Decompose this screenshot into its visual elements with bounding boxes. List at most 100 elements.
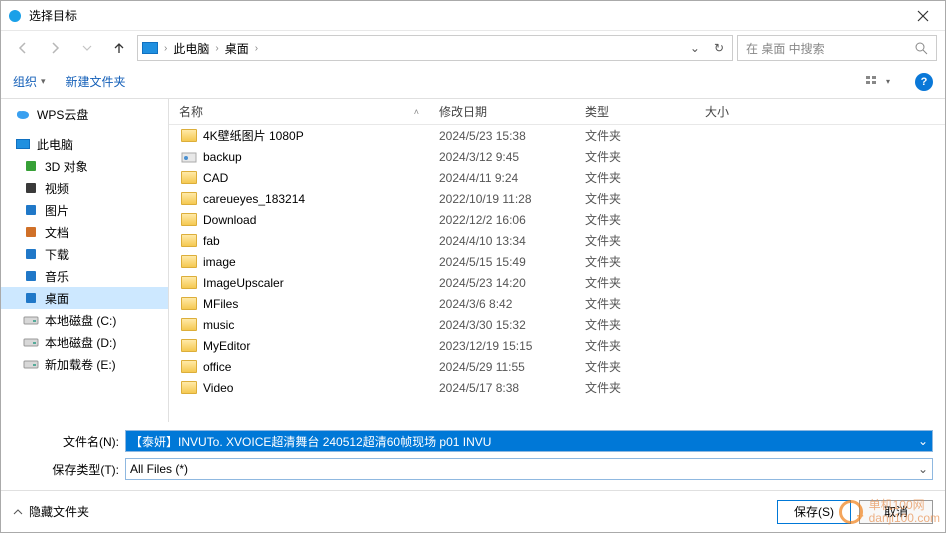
cloud-icon (15, 107, 31, 121)
chevron-down-icon[interactable]: ⌄ (918, 462, 928, 476)
filename-label: 文件名(N): (13, 433, 125, 450)
folder-special-icon (181, 150, 197, 164)
table-row[interactable]: image2024/5/15 15:49文件夹 (169, 251, 945, 272)
file-name: MyEditor (203, 339, 250, 353)
file-list: 名称˄ 修改日期 类型 大小 4K壁纸图片 1080P 2024/5/23 15:… (169, 99, 945, 422)
file-type: 文件夹 (575, 274, 695, 291)
view-options-button[interactable]: ▾ (861, 71, 895, 93)
pc-icon (15, 137, 31, 151)
table-row[interactable]: CAD 2024/4/11 9:24文件夹 (169, 167, 945, 188)
window-title: 选择目标 (29, 7, 903, 24)
col-type[interactable]: 类型 (575, 103, 695, 120)
filename-input[interactable]: 【泰妍】INVUTo. XVOICE超清舞台 240512超清60帧现场 p01… (125, 430, 933, 452)
address-dropdown[interactable]: ⌄ (686, 41, 704, 55)
toolbar: 组织▾ 新建文件夹 ▾ ? (1, 65, 945, 99)
category-icon (24, 181, 38, 195)
close-button[interactable] (903, 2, 943, 30)
folder-icon (181, 255, 197, 268)
sidebar-item-label: 下载 (45, 246, 69, 263)
file-date: 2022/12/2 16:06 (429, 213, 575, 227)
organize-menu[interactable]: 组织▾ (13, 73, 46, 90)
table-row[interactable]: office2024/5/29 11:55文件夹 (169, 356, 945, 377)
sidebar-item[interactable]: 音乐 (1, 265, 168, 287)
table-row[interactable]: MyEditor2023/12/19 15:15文件夹 (169, 335, 945, 356)
help-button[interactable]: ? (915, 73, 933, 91)
category-icon (24, 159, 38, 173)
hide-folders-button[interactable]: 隐藏文件夹 (13, 503, 89, 520)
disk-icon (23, 336, 39, 348)
table-row[interactable]: Download2022/12/2 16:06文件夹 (169, 209, 945, 230)
arrow-right-icon (47, 40, 63, 56)
category-icon (24, 291, 38, 305)
table-row[interactable]: backup2024/3/12 9:45文件夹 (169, 146, 945, 167)
save-button[interactable]: 保存(S) (777, 500, 851, 524)
file-name: CAD (203, 171, 228, 185)
filetype-select[interactable]: All Files (*) ⌄ (125, 458, 933, 480)
file-name: music (203, 318, 234, 332)
sidebar-item[interactable]: 本地磁盘 (D:) (1, 331, 168, 353)
back-button[interactable] (9, 35, 37, 61)
sidebar-item[interactable]: 新加载卷 (E:) (1, 353, 168, 375)
table-row[interactable]: fab 2024/4/10 13:34文件夹 (169, 230, 945, 251)
table-row[interactable]: music2024/3/30 15:32文件夹 (169, 314, 945, 335)
sidebar-item-label: 音乐 (45, 268, 69, 285)
sidebar-item[interactable]: 下载 (1, 243, 168, 265)
filetype-label: 保存类型(T): (13, 461, 125, 478)
table-row[interactable]: MFiles2024/3/6 8:42文件夹 (169, 293, 945, 314)
folder-icon (181, 234, 197, 247)
new-folder-button[interactable]: 新建文件夹 (66, 73, 126, 90)
file-type: 文件夹 (575, 232, 695, 249)
breadcrumb-desktop[interactable]: 桌面 (225, 40, 249, 57)
table-row[interactable]: careueyes_1832142022/10/19 11:28文件夹 (169, 188, 945, 209)
chevron-down-icon[interactable]: ⌄ (918, 434, 928, 448)
col-date[interactable]: 修改日期 (429, 103, 575, 120)
breadcrumb-thispc[interactable]: 此电脑 (173, 40, 209, 57)
sidebar-item[interactable]: 3D 对象 (1, 155, 168, 177)
disk-icon (23, 314, 39, 326)
col-name[interactable]: 名称˄ (169, 103, 429, 120)
file-type: 文件夹 (575, 169, 695, 186)
file-name: careueyes_183214 (203, 192, 305, 206)
up-button[interactable] (105, 35, 133, 61)
refresh-button[interactable]: ↻ (710, 41, 728, 55)
category-icon (24, 247, 38, 261)
forward-button[interactable] (41, 35, 69, 61)
file-date: 2022/10/19 11:28 (429, 192, 575, 206)
chevron-down-icon: ▾ (886, 77, 890, 86)
table-row[interactable]: Video2024/5/17 8:38文件夹 (169, 377, 945, 398)
recent-dropdown[interactable] (73, 35, 101, 61)
sidebar-item-wps[interactable]: WPS云盘 (1, 103, 168, 125)
main-area: WPS云盘 此电脑 3D 对象视频图片文档下载音乐桌面本地磁盘 (C:) 本地磁盘… (1, 99, 945, 422)
col-size[interactable]: 大小 (695, 103, 795, 120)
folder-icon (181, 318, 197, 331)
table-row[interactable]: 4K壁纸图片 1080P2024/5/23 15:38文件夹 (169, 125, 945, 146)
file-type: 文件夹 (575, 148, 695, 165)
file-date: 2024/4/11 9:24 (429, 171, 575, 185)
address-bar[interactable]: › 此电脑 › 桌面 › ⌄ ↻ (137, 35, 733, 61)
view-icon (866, 75, 884, 89)
sidebar-item[interactable]: 文档 (1, 221, 168, 243)
file-date: 2024/5/17 8:38 (429, 381, 575, 395)
cancel-button[interactable]: 取消 (859, 500, 933, 524)
nav-bar: › 此电脑 › 桌面 › ⌄ ↻ 在 桌面 中搜索 (1, 31, 945, 65)
file-name: 4K壁纸图片 1080P (203, 127, 304, 144)
file-date: 2024/4/10 13:34 (429, 234, 575, 248)
search-icon (914, 41, 928, 55)
table-row[interactable]: ImageUpscaler2024/5/23 14:20文件夹 (169, 272, 945, 293)
search-input[interactable]: 在 桌面 中搜索 (737, 35, 937, 61)
file-name: fab (203, 234, 220, 248)
sidebar-item[interactable]: 桌面 (1, 287, 168, 309)
category-icon (24, 269, 38, 283)
folder-icon (181, 171, 197, 184)
sidebar-item-label: 本地磁盘 (C:) (45, 312, 116, 329)
sidebar-item-label: 桌面 (45, 290, 69, 307)
breadcrumb-sep: › (164, 43, 167, 54)
sidebar-item[interactable]: 视频 (1, 177, 168, 199)
sidebar-item[interactable]: 本地磁盘 (C:) (1, 309, 168, 331)
file-date: 2024/5/23 15:38 (429, 129, 575, 143)
sidebar-item[interactable]: 图片 (1, 199, 168, 221)
form-area: 文件名(N): 【泰妍】INVUTo. XVOICE超清舞台 240512超清6… (1, 422, 945, 490)
sidebar-item-thispc[interactable]: 此电脑 (1, 133, 168, 155)
pc-icon (142, 42, 158, 54)
file-date: 2024/5/29 11:55 (429, 360, 575, 374)
